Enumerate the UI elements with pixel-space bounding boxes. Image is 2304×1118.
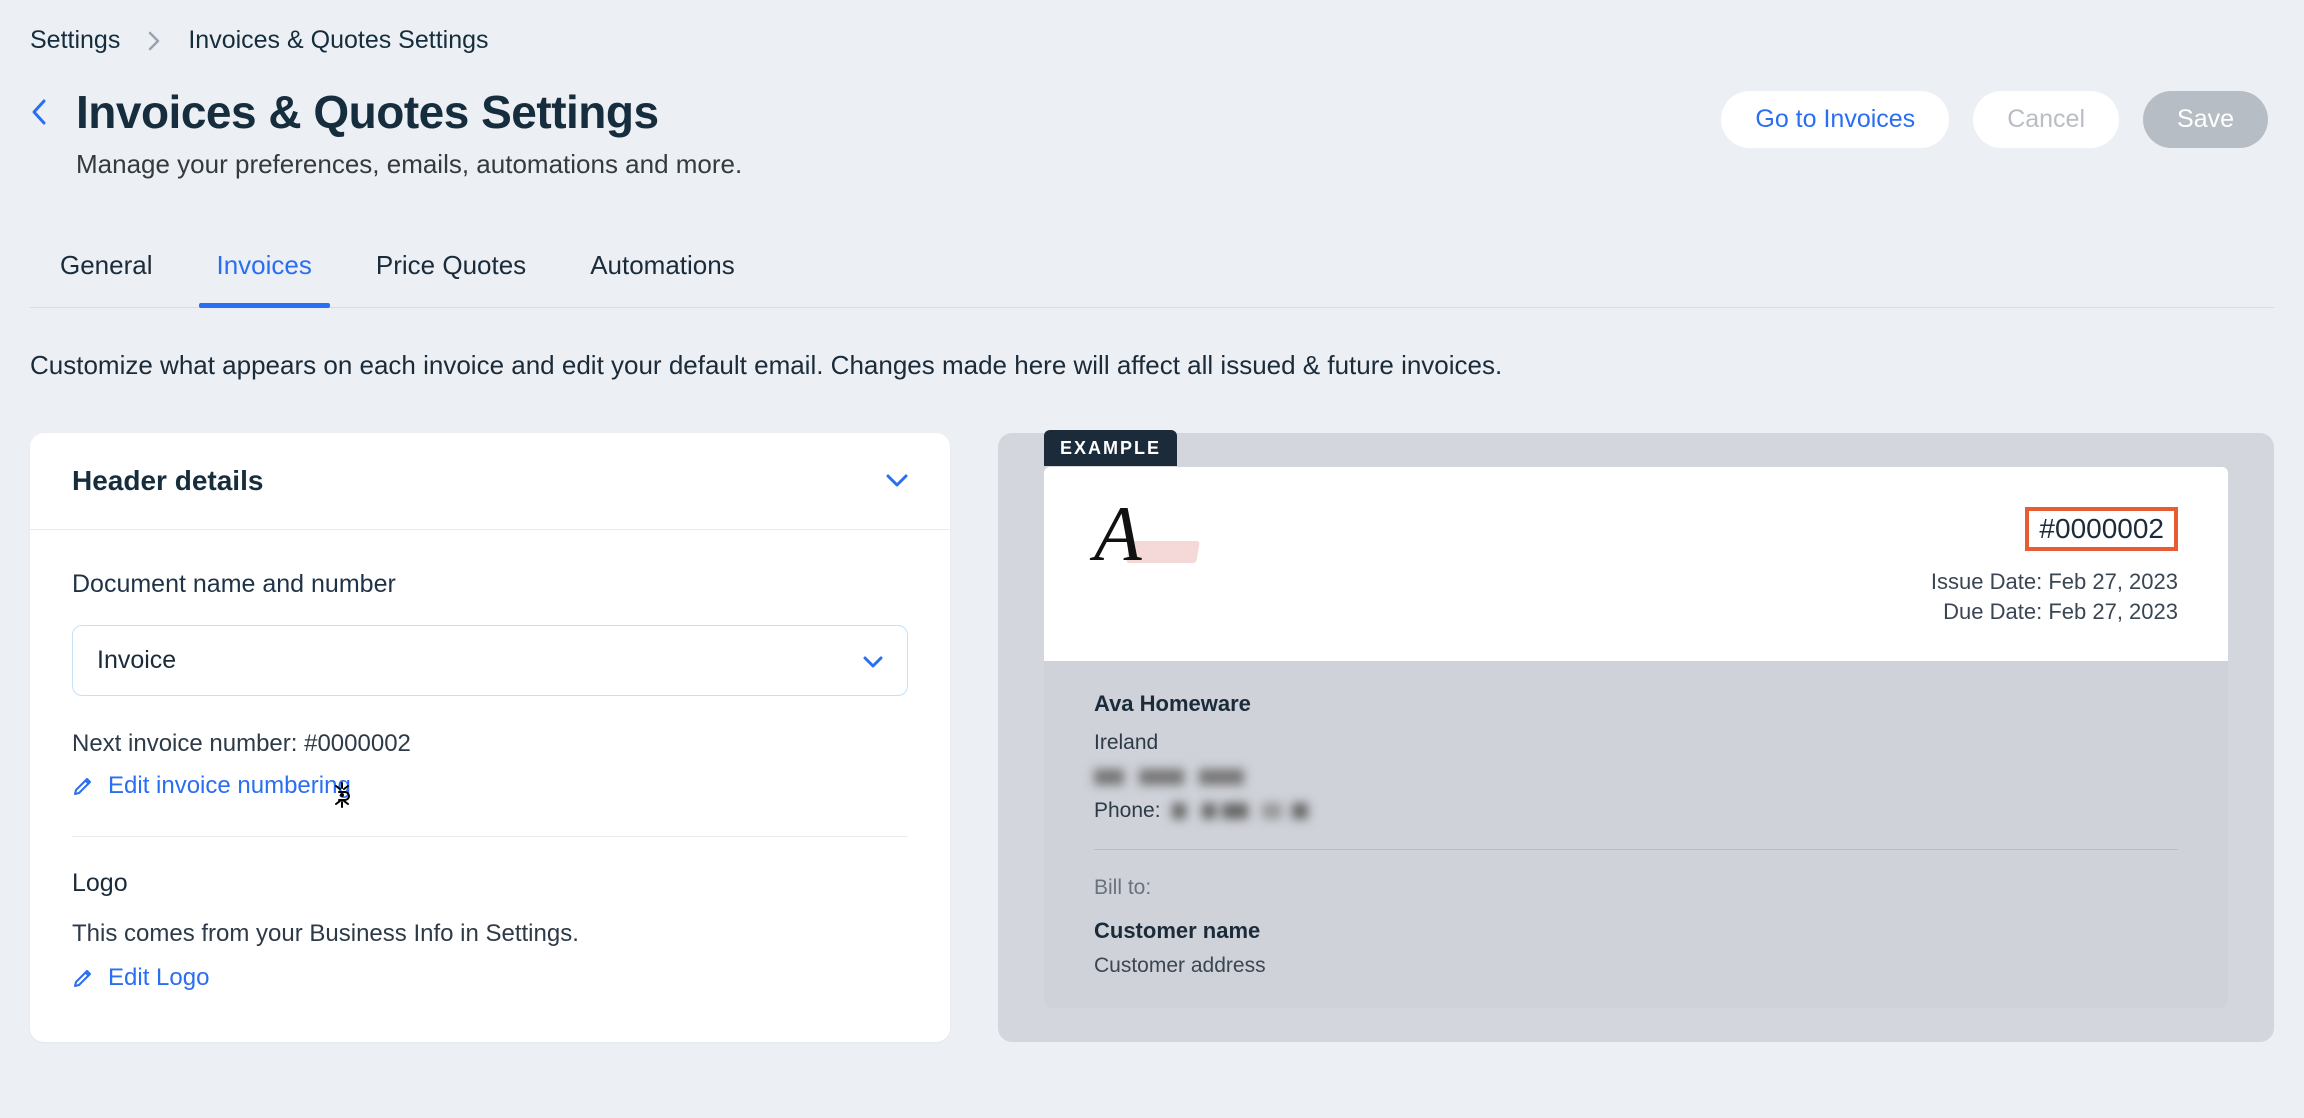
chevron-right-icon <box>148 31 160 51</box>
phone-redacted <box>1172 803 1322 819</box>
breadcrumb-current: Invoices & Quotes Settings <box>188 26 488 55</box>
tabs: General Invoices Price Quotes Automation… <box>30 250 2274 308</box>
edit-logo-label: Edit Logo <box>108 964 209 992</box>
pencil-icon <box>72 775 94 797</box>
document-name-label: Document name and number <box>72 570 908 599</box>
customer-address: Customer address <box>1094 954 2178 978</box>
business-logo: A <box>1094 507 1194 579</box>
tab-invoices[interactable]: Invoices <box>217 250 312 307</box>
header-actions: Go to Invoices Cancel Save <box>1721 91 2274 148</box>
document-type-value: Invoice <box>97 646 176 675</box>
bill-to-label: Bill to: <box>1094 876 2178 900</box>
invoice-preview: EXAMPLE A #0000002 Issue Date: Feb 27, 2… <box>998 433 2274 1042</box>
card-title: Header details <box>72 465 263 497</box>
divider <box>72 836 908 837</box>
example-badge: EXAMPLE <box>1044 430 1177 466</box>
business-phone: Phone: <box>1094 799 2178 823</box>
edit-invoice-numbering-label: Edit invoice numbering <box>108 772 351 800</box>
due-date: Due Date: Feb 27, 2023 <box>1931 599 2178 625</box>
document-type-select[interactable]: Invoice <box>72 625 908 696</box>
edit-invoice-numbering-link[interactable]: Edit invoice numbering <box>72 772 908 800</box>
intro-text: Customize what appears on each invoice a… <box>30 350 2274 381</box>
tab-general[interactable]: General <box>60 250 153 307</box>
pencil-icon <box>72 967 94 989</box>
go-to-invoices-button[interactable]: Go to Invoices <box>1721 91 1949 148</box>
card-header[interactable]: Header details <box>30 433 950 530</box>
next-invoice-number: Next invoice number: #0000002 <box>72 730 908 758</box>
tab-price-quotes[interactable]: Price Quotes <box>376 250 526 307</box>
back-chevron-icon[interactable] <box>30 97 48 134</box>
header-details-card: Header details Document name and number … <box>30 433 950 1042</box>
edit-logo-link[interactable]: Edit Logo <box>72 964 908 992</box>
page-title: Invoices & Quotes Settings <box>76 85 742 139</box>
logo-glyph: A <box>1094 507 1194 562</box>
business-country: Ireland <box>1094 731 2178 755</box>
chevron-down-icon <box>863 646 883 675</box>
save-button[interactable]: Save <box>2143 91 2268 148</box>
tab-automations[interactable]: Automations <box>590 250 735 307</box>
business-email-redacted <box>1094 765 2178 789</box>
invoice-number-highlight: #0000002 <box>2025 507 2178 551</box>
page-subtitle: Manage your preferences, emails, automat… <box>76 149 742 180</box>
chevron-down-icon <box>886 467 908 495</box>
cancel-button[interactable]: Cancel <box>1973 91 2119 148</box>
breadcrumb-root[interactable]: Settings <box>30 26 120 55</box>
logo-section-title: Logo <box>72 869 908 898</box>
customer-name: Customer name <box>1094 918 2178 944</box>
issue-date: Issue Date: Feb 27, 2023 <box>1931 569 2178 595</box>
breadcrumb: Settings Invoices & Quotes Settings <box>30 26 2274 55</box>
divider <box>1094 849 2178 850</box>
logo-description: This comes from your Business Info in Se… <box>72 920 908 948</box>
business-name: Ava Homeware <box>1094 691 2178 717</box>
